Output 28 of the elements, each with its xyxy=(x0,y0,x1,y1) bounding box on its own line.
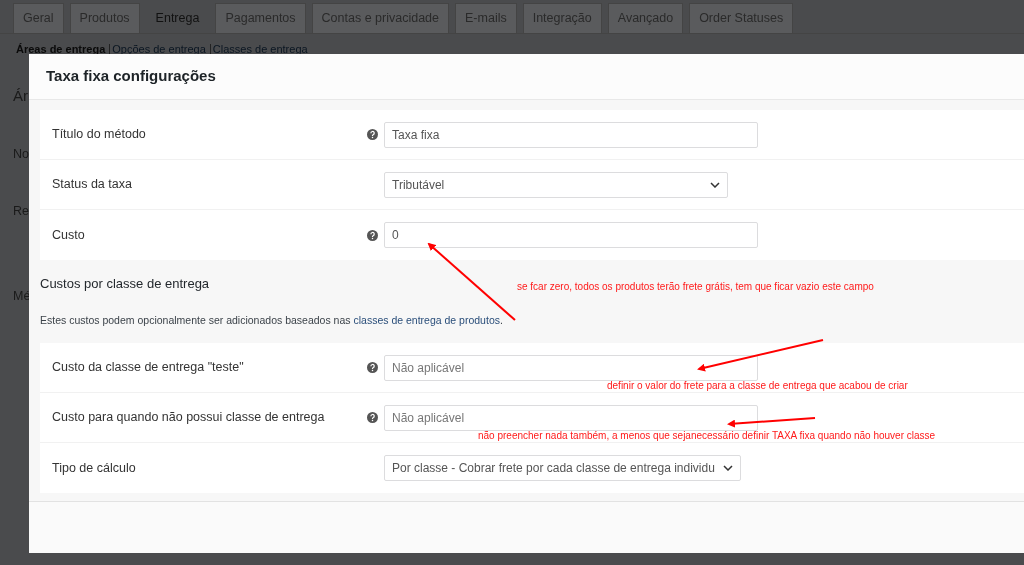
help-icon xyxy=(367,362,378,373)
sub-nav-link[interactable]: Opções de entrega xyxy=(112,41,206,58)
input-field[interactable]: 0 xyxy=(384,222,758,248)
sub-nav-link[interactable]: Classes de entrega xyxy=(212,41,308,58)
field-label: Custo para quando não possui classe de entrega xyxy=(51,409,326,427)
field-label: Tipo de cálculo xyxy=(51,459,137,477)
help-icon xyxy=(367,129,378,140)
field-label: Custo xyxy=(51,226,86,244)
classes-link[interactable]: classes de entrega de produtos xyxy=(353,313,500,326)
section-heading: Custos por classe de entrega xyxy=(40,275,210,294)
help-icon xyxy=(367,229,378,241)
input-field[interactable]: Não aplicável xyxy=(384,404,758,431)
chevron-down-icon xyxy=(710,181,720,188)
sub-nav-link[interactable]: Áreas de entrega xyxy=(16,41,106,58)
chevron-down-icon xyxy=(722,465,733,471)
field-label: Custo da classe de entrega "teste" xyxy=(51,359,245,377)
input-field[interactable]: Não aplicável xyxy=(384,354,758,381)
modal-title: Taxa fixa configurações xyxy=(46,66,216,87)
select-field[interactable]: Tributável xyxy=(384,171,728,198)
select-field[interactable]: Por classe - Cobrar frete por cada classe de entrega individu xyxy=(384,455,741,481)
section-description: Estes custos podem opcionalmente ser adicionados baseados nas classes de entrega de produtos. xyxy=(40,312,503,328)
help-icon xyxy=(367,412,378,423)
annotation-note: se fcar zero, todos os produtos terão frete grátis, tem que ficar vazio este campo xyxy=(517,280,874,294)
annotation-note: definir o valor do frete para a classe de entrega que acabou de criar xyxy=(607,379,908,393)
field-label: Status da taxa xyxy=(51,176,133,194)
field-label: Título do método xyxy=(51,126,147,144)
annotation-note: não preencher nada também, a menos que sejanecessário definir TAXA fixa quando não houver classe xyxy=(478,429,936,443)
input-field[interactable]: Taxa fixa xyxy=(384,121,758,148)
